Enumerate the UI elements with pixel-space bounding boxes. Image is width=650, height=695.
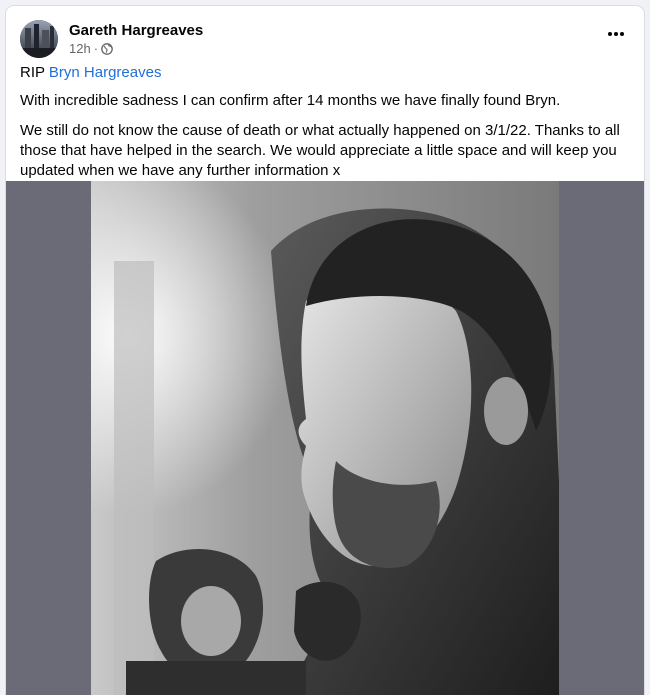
more-options-icon[interactable] (602, 22, 630, 46)
facebook-post: Gareth Hargreaves 12h · RIP Bryn Hargrea… (6, 6, 644, 695)
photo-image (6, 181, 644, 695)
avatar[interactable] (20, 20, 58, 58)
post-paragraph-2: We still do not know the cause of death … (20, 122, 620, 179)
avatar-image (20, 20, 58, 58)
post-paragraph-1: With incredible sadness I can confirm af… (20, 92, 561, 109)
separator-dot: · (93, 41, 99, 56)
post-subline: 12h · (69, 41, 203, 57)
rip-prefix: RIP (20, 64, 49, 81)
post-text: RIP Bryn Hargreaves With incredible sadn… (20, 63, 626, 191)
post-photo[interactable] (6, 181, 644, 695)
rip-line: RIP Bryn Hargreaves (20, 63, 626, 83)
tagged-person-link[interactable]: Bryn Hargreaves (49, 64, 162, 81)
globe-icon[interactable] (101, 43, 113, 55)
post-meta: Gareth Hargreaves 12h · (69, 21, 203, 57)
post-timestamp[interactable]: 12h (69, 41, 91, 57)
post-header: Gareth Hargreaves 12h · (20, 18, 203, 60)
author-name[interactable]: Gareth Hargreaves (69, 21, 203, 40)
